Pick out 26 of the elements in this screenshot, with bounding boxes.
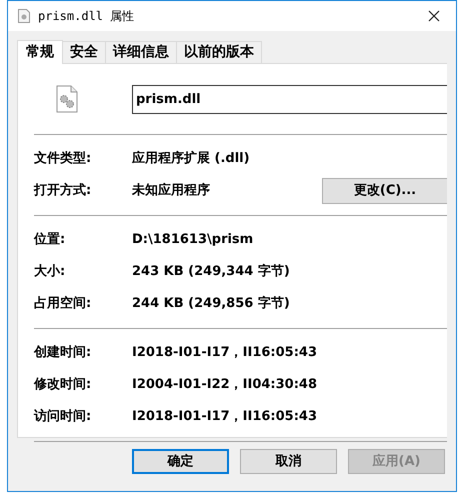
- property-value: I2018-I01-I17，II16:05:43: [132, 408, 318, 426]
- property-value: 应用程序扩展 (.dll): [132, 150, 250, 168]
- dialog-button[interactable]: 确定: [132, 449, 229, 474]
- property-label: 位置:: [34, 231, 66, 250]
- property-value: 244 KB (249,856 字节): [132, 294, 290, 314]
- property-value: D:\181613\prism: [132, 231, 254, 250]
- tab[interactable]: 常规: [17, 40, 63, 64]
- property-value: I2018-I01-I17，II16:05:43: [132, 344, 318, 362]
- property-label: 大小:: [34, 263, 66, 282]
- property-label: 访问时间:: [34, 408, 92, 426]
- file-name-field[interactable]: prism.dll: [132, 84, 447, 114]
- window-title: prism.dll 属性: [38, 8, 134, 25]
- property-label: 打开方式:: [34, 182, 92, 200]
- tab[interactable]: 以前的版本: [176, 41, 262, 63]
- property-label: 占用空间:: [34, 294, 92, 314]
- close-icon: [428, 10, 440, 22]
- change-button[interactable]: 更改(C)...: [322, 178, 447, 204]
- file-icon: [18, 9, 30, 23]
- property-value: I2004-I01-I22，II04:30:48: [132, 376, 318, 394]
- property-label: 文件类型:: [34, 150, 92, 168]
- property-value: 243 KB (249,344 字节): [132, 262, 290, 282]
- property-label: 修改时间:: [34, 376, 92, 394]
- file-gears-icon: [56, 85, 78, 113]
- property-value: 未知应用程序: [132, 182, 210, 200]
- property-label: 创建时间:: [34, 344, 92, 362]
- dialog-button[interactable]: 取消: [240, 449, 337, 474]
